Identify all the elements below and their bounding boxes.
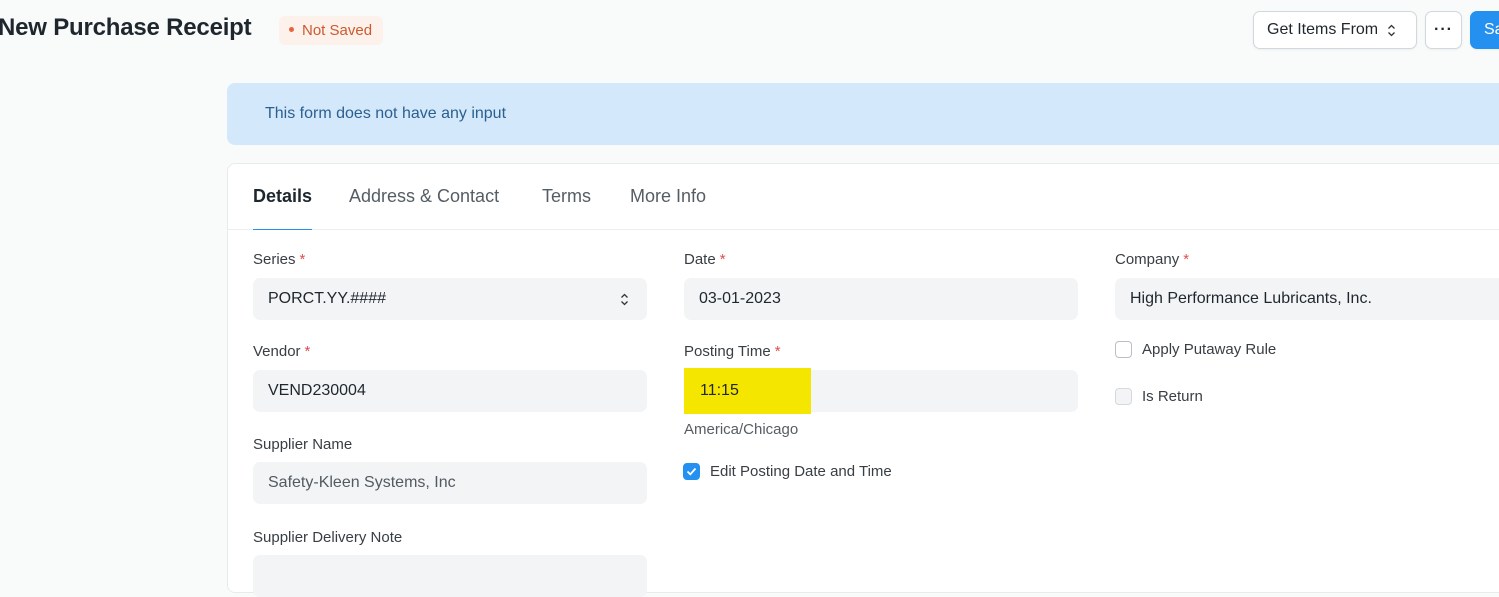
is-return-checkbox-row[interactable]: Is Return <box>1115 387 1203 406</box>
vendor-input[interactable]: VEND230004 <box>253 370 647 412</box>
series-label-text: Series <box>253 251 296 268</box>
more-actions-button[interactable]: ··· <box>1425 11 1462 49</box>
required-marker: * <box>719 251 726 268</box>
posting-time-label-text: Posting Time <box>684 343 771 360</box>
required-marker: * <box>304 343 311 360</box>
series-label: Series * <box>253 251 305 268</box>
form-card: Details Address & Contact Terms More Inf… <box>227 163 1499 597</box>
supplier-name-label: Supplier Name <box>253 436 353 453</box>
is-return-checkbox[interactable] <box>1115 387 1132 405</box>
company-label-text: Company <box>1115 251 1180 268</box>
page-header: New Purchase Receipt Not Saved Get Items… <box>0 0 1499 62</box>
save-button[interactable]: Save <box>1470 11 1499 49</box>
chevron-up-down-icon <box>1387 12 1396 48</box>
tab-details[interactable]: Details <box>253 186 313 230</box>
required-marker: * <box>299 251 306 268</box>
apply-putaway-checkbox[interactable] <box>1115 340 1132 358</box>
posting-time-value: 11:15 <box>684 368 811 414</box>
ellipsis-icon: ··· <box>1434 21 1453 38</box>
edit-posting-checkbox-row[interactable]: Edit Posting Date and Time <box>683 462 892 481</box>
tab-terms[interactable]: Terms <box>542 186 591 230</box>
supplier-delivery-note-input[interactable] <box>253 555 647 597</box>
vendor-label: Vendor * <box>253 343 310 360</box>
company-label: Company * <box>1115 251 1189 268</box>
vendor-label-text: Vendor <box>253 343 301 360</box>
required-marker: * <box>774 343 781 360</box>
page-title: New Purchase Receipt <box>0 14 252 41</box>
supplier-delivery-note-label: Supplier Delivery Note <box>253 529 403 546</box>
status-badge-label: Not Saved <box>302 22 373 39</box>
company-input[interactable]: High Performance Lubricants, Inc. <box>1115 278 1499 320</box>
form-tabs: Details Address & Contact Terms More Inf… <box>228 164 1499 230</box>
get-items-from-label: Get Items From <box>1267 21 1379 38</box>
tab-address-contact[interactable]: Address & Contact <box>349 186 499 230</box>
posting-time-input[interactable]: 11:15 <box>684 368 1078 414</box>
series-value: PORCT.YY.#### <box>268 290 386 307</box>
status-dot-icon <box>289 26 294 32</box>
apply-putaway-checkbox-row[interactable]: Apply Putaway Rule <box>1115 340 1277 359</box>
supplier-name-field: Safety-Kleen Systems, Inc <box>253 462 647 504</box>
tab-more-info[interactable]: More Info <box>630 186 706 230</box>
required-marker: * <box>1183 251 1190 268</box>
chevron-up-down-icon <box>620 278 629 320</box>
get-items-from-button[interactable]: Get Items From <box>1253 11 1417 49</box>
date-input[interactable]: 03-01-2023 <box>684 278 1078 320</box>
apply-putaway-label: Apply Putaway Rule <box>1142 341 1277 358</box>
timezone-hint: America/Chicago <box>684 421 799 438</box>
edit-posting-checkbox[interactable] <box>683 462 700 480</box>
form-alert: This form does not have any input <box>227 83 1499 145</box>
posting-time-label: Posting Time * <box>684 343 781 360</box>
edit-posting-label: Edit Posting Date and Time <box>710 463 892 480</box>
date-label-text: Date <box>684 251 716 268</box>
date-label: Date * <box>684 251 726 268</box>
status-badge: Not Saved <box>279 16 384 45</box>
series-select[interactable]: PORCT.YY.#### <box>253 278 647 320</box>
is-return-label: Is Return <box>1142 388 1203 405</box>
